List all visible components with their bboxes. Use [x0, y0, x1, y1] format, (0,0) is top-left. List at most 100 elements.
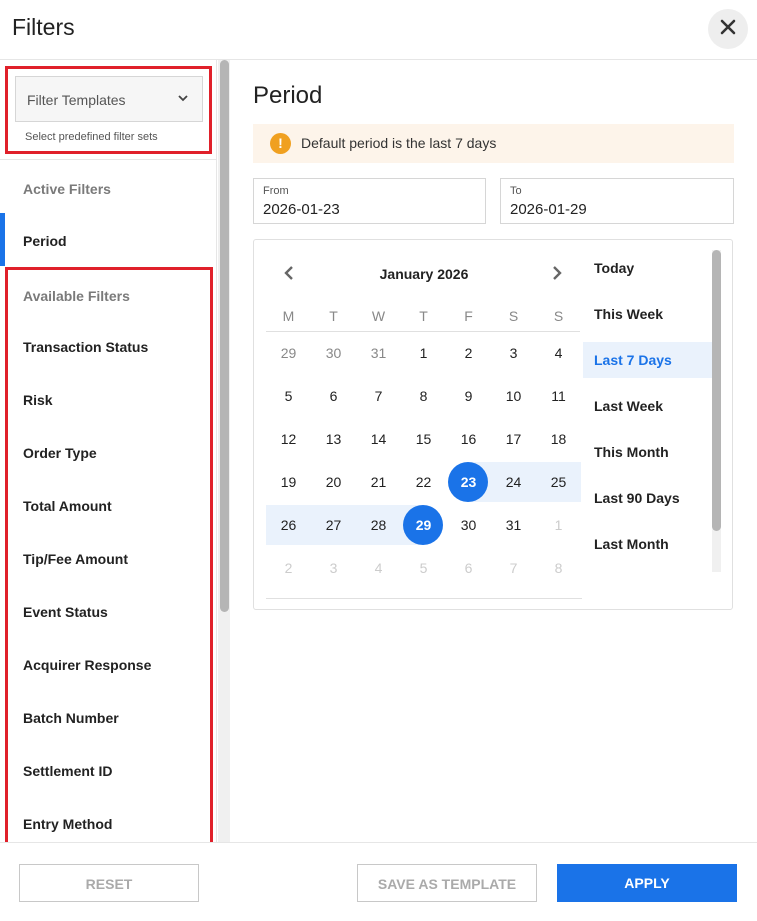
warning-icon: ! — [270, 133, 291, 154]
weekday-header: M T W T F S S — [266, 308, 580, 330]
calendar-day: 2 — [284, 560, 293, 576]
calendar-day[interactable]: 31 — [356, 333, 401, 373]
sidebar-item-acquirer-response[interactable]: Acquirer Response — [0, 638, 210, 691]
sidebar-item-label: Acquirer Response — [23, 657, 152, 673]
apply-button[interactable]: APPLY — [557, 864, 737, 902]
calendar-day[interactable]: 17 — [491, 419, 536, 459]
calendar-day[interactable]: 11 — [536, 376, 581, 416]
sidebar-item-period[interactable]: Period — [0, 213, 216, 266]
calendar-day: 6 — [464, 560, 473, 576]
preset-last-week[interactable]: Last Week — [583, 388, 713, 424]
calendar-day: 7 — [509, 560, 518, 576]
sidebar-scrollbar-thumb[interactable] — [220, 60, 229, 612]
calendar-day-selected[interactable]: 29 — [401, 505, 446, 545]
filter-sidebar: Filter Templates Select predefined filte… — [0, 60, 217, 842]
calendar-day[interactable]: 4 — [536, 333, 581, 373]
sidebar-item-order-type[interactable]: Order Type — [0, 426, 210, 479]
active-filters-heading: Active Filters — [23, 181, 111, 197]
active-indicator — [0, 213, 5, 266]
sidebar-item-settlement-id[interactable]: Settlement ID — [0, 744, 210, 797]
calendar-day[interactable]: 8 — [401, 376, 446, 416]
notice-text: Default period is the last 7 days — [301, 135, 497, 151]
filter-templates-select[interactable]: Filter Templates — [15, 76, 203, 122]
calendar-day[interactable]: 14 — [356, 419, 401, 459]
sidebar-item-risk[interactable]: Risk — [0, 373, 210, 426]
calendar-day[interactable]: 27 — [311, 505, 356, 545]
calendar-day[interactable]: 5 — [266, 376, 311, 416]
templates-highlight: Filter Templates Select predefined filte… — [5, 66, 212, 154]
sidebar-item-event-status[interactable]: Event Status — [0, 585, 210, 638]
calendar-day[interactable]: 10 — [491, 376, 536, 416]
calendar-day[interactable]: 19 — [266, 462, 311, 502]
preset-label: Last 90 Days — [594, 490, 680, 506]
preset-label: Last 7 Days — [594, 352, 672, 368]
weekday-label: S — [508, 308, 519, 324]
preset-last-90-days[interactable]: Last 90 Days — [583, 480, 713, 516]
calendar-day[interactable]: 13 — [311, 419, 356, 459]
sidebar-item-batch-number[interactable]: Batch Number — [0, 691, 210, 744]
calendar-day[interactable]: 7 — [356, 376, 401, 416]
weekday-label: F — [464, 308, 473, 324]
filter-templates-label: Filter Templates — [27, 92, 126, 108]
calendar-day[interactable]: 1 — [401, 333, 446, 373]
weekday-label: S — [553, 308, 564, 324]
calendar-day[interactable]: 28 — [356, 505, 401, 545]
calendar-day[interactable]: 24 — [491, 462, 536, 502]
calendar-day[interactable]: 25 — [536, 462, 581, 502]
sidebar-item-label: Event Status — [23, 604, 108, 620]
calendar-day: 3 — [329, 560, 338, 576]
calendar-day[interactable]: 20 — [311, 462, 356, 502]
sidebar-item-entry-method[interactable]: Entry Method — [0, 797, 210, 842]
calendar-day: 8 — [554, 560, 563, 576]
calendar-day[interactable]: 29 — [266, 333, 311, 373]
close-icon — [719, 18, 737, 41]
calendar-day[interactable]: 6 — [311, 376, 356, 416]
from-date-field[interactable]: From 2026-01-23 — [253, 178, 486, 224]
sidebar-item-transaction-status[interactable]: Transaction Status — [0, 320, 210, 373]
calendar-card: January 2026 M T W T F S S 29 30 31 1 2 3 4 5 6 7… — [253, 239, 733, 610]
calendar-day[interactable]: 3 — [491, 333, 536, 373]
weekday-label: T — [329, 308, 338, 324]
page-title: Period — [253, 82, 323, 109]
sidebar-item-label: Order Type — [23, 445, 97, 461]
sidebar-item-label: Batch Number — [23, 710, 119, 726]
available-filters-heading: Available Filters — [23, 288, 130, 304]
calendar-day[interactable]: 21 — [356, 462, 401, 502]
calendar-month-label: January 2026 — [379, 266, 469, 282]
presets-scrollbar-thumb[interactable] — [712, 250, 721, 531]
calendar-day[interactable]: 30 — [446, 505, 491, 545]
calendar-day[interactable]: 26 — [266, 505, 311, 545]
to-date-field[interactable]: To 2026-01-29 — [500, 178, 734, 224]
dialog-footer: RESET SAVE AS TEMPLATE APPLY — [0, 842, 757, 921]
calendar-day[interactable]: 2 — [446, 333, 491, 373]
available-filters-list: Transaction Status Risk Order Type Total… — [0, 320, 210, 842]
preset-today[interactable]: Today — [583, 250, 713, 286]
preset-last-7-days[interactable]: Last 7 Days — [583, 342, 713, 378]
calendar-day[interactable]: 15 — [401, 419, 446, 459]
chevron-left-icon[interactable] — [280, 264, 298, 287]
preset-label: This Month — [594, 444, 669, 460]
calendar-day[interactable]: 12 — [266, 419, 311, 459]
preset-this-week[interactable]: This Week — [583, 296, 713, 332]
preset-label: Today — [594, 260, 635, 276]
sidebar-item-total-amount[interactable]: Total Amount — [0, 479, 210, 532]
calendar-day[interactable]: 9 — [446, 376, 491, 416]
chevron-right-icon[interactable] — [548, 264, 566, 287]
period-presets: Today This Week Last 7 Days Last Week Th… — [583, 244, 713, 574]
calendar-day[interactable]: 30 — [311, 333, 356, 373]
calendar-day[interactable]: 22 — [401, 462, 446, 502]
reset-button[interactable]: RESET — [19, 864, 199, 902]
calendar-day[interactable]: 16 — [446, 419, 491, 459]
dialog-header: Filters — [0, 0, 757, 60]
preset-last-month[interactable]: Last Month — [583, 526, 713, 562]
save-as-template-button[interactable]: SAVE AS TEMPLATE — [357, 864, 537, 902]
calendar-day[interactable]: 31 — [491, 505, 536, 545]
calendar-day-selected[interactable]: 23 — [446, 462, 491, 502]
sidebar-item-label: Settlement ID — [23, 763, 113, 779]
sidebar-item-label: Tip/Fee Amount — [23, 551, 128, 567]
preset-label: Last Week — [594, 398, 663, 414]
sidebar-item-tip-fee-amount[interactable]: Tip/Fee Amount — [0, 532, 210, 585]
close-button[interactable] — [708, 9, 748, 49]
preset-this-month[interactable]: This Month — [583, 434, 713, 470]
calendar-day[interactable]: 18 — [536, 419, 581, 459]
